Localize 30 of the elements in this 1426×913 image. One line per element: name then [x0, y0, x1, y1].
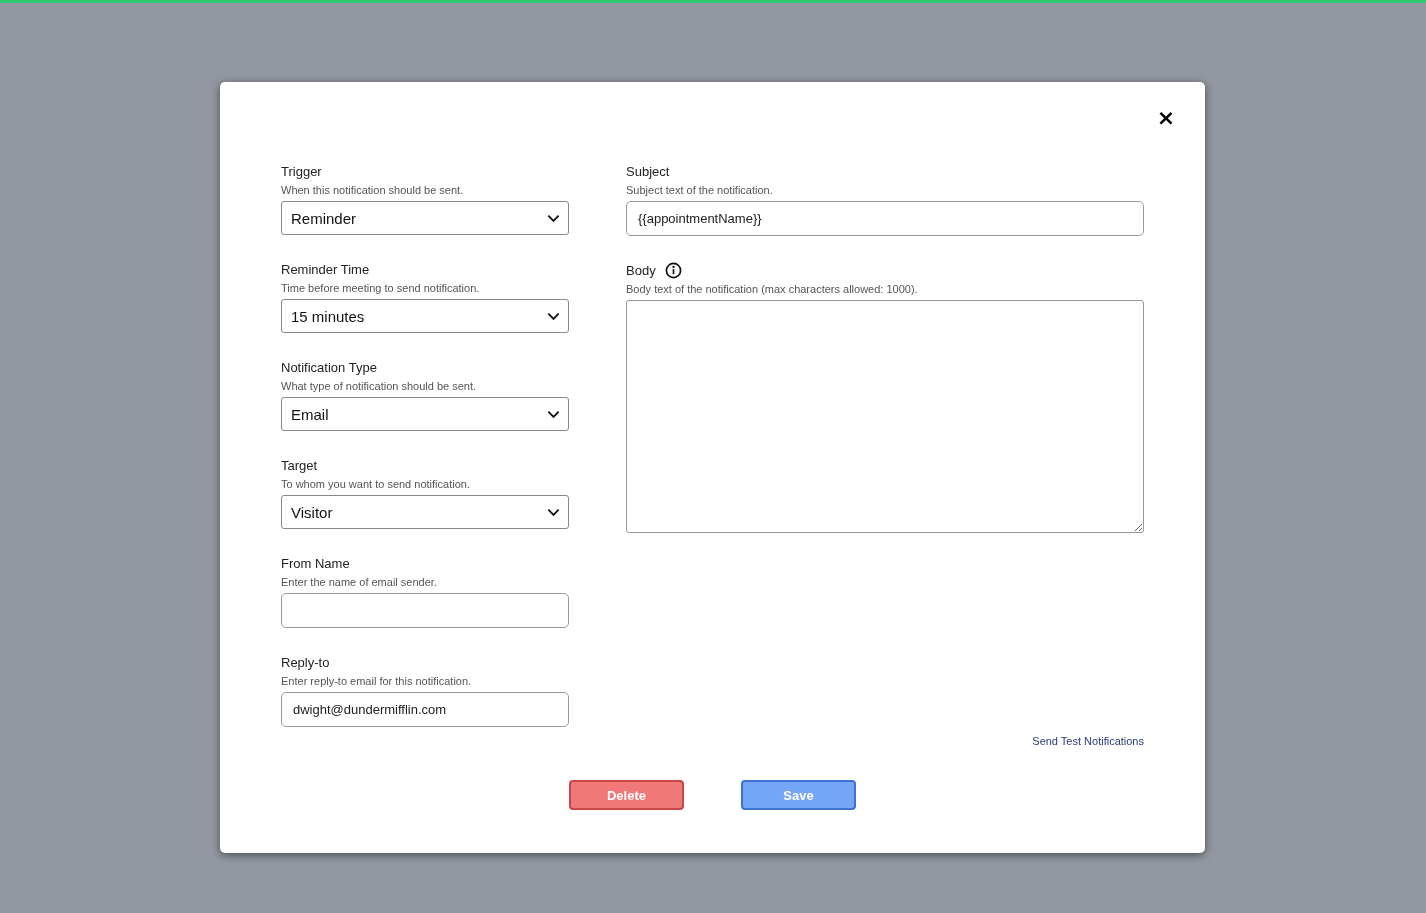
field-description: Subject text of the notification.	[626, 183, 774, 198]
chevron-down-icon	[547, 311, 560, 321]
chevron-down-icon	[547, 507, 560, 517]
text-field[interactable]: dwight@dundermifflin.com	[281, 692, 569, 727]
field-description: To whom you want to send notification.	[281, 477, 471, 492]
field-label: Reminder Time	[281, 262, 370, 277]
field-description: Time before meeting to send notification.	[281, 281, 481, 296]
send-test-link[interactable]: Send Test Notifications	[1032, 733, 1144, 749]
text-field[interactable]	[281, 593, 569, 628]
chevron-down-icon	[547, 409, 560, 419]
field-label: Target	[281, 458, 318, 473]
field-description: Body text of the notification (max characters allowed: 1000).	[626, 282, 919, 297]
dropdown[interactable]: 15 minutes	[281, 299, 569, 333]
field-description: When this notification should be sent.	[281, 183, 465, 198]
field-label: Notification Type	[281, 360, 377, 375]
field-description: Enter the name of email sender.	[281, 575, 438, 590]
field-description: What type of notification should be sent.	[281, 379, 478, 394]
chevron-down-icon	[547, 213, 560, 223]
field-label: Subject	[626, 164, 670, 179]
dropdown[interactable]: Reminder	[281, 201, 569, 235]
field-label: Trigger	[281, 164, 322, 179]
field-description: Enter reply-to email for this notification.	[281, 674, 473, 689]
dropdown[interactable]: Email	[281, 397, 569, 431]
field-label: Body	[626, 263, 656, 278]
close-button[interactable]: ×	[1152, 104, 1180, 132]
text-field[interactable]: {{appointmentName}}	[626, 201, 1144, 236]
field-label: Reply-to	[281, 655, 330, 670]
dropdown[interactable]: Visitor	[281, 495, 569, 529]
info-icon[interactable]	[664, 262, 682, 279]
field-label: From Name	[281, 556, 350, 571]
